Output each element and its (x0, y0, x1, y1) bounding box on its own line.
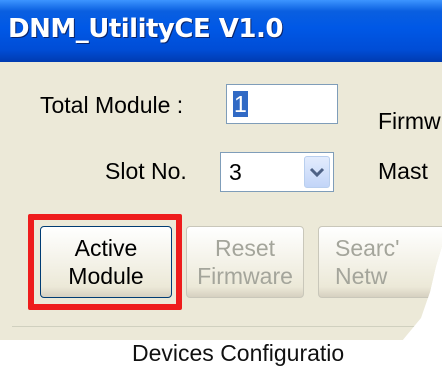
app-window: DNM_UtilityCE V1.0 Total Module : 1 Firm… (0, 0, 442, 376)
search-network-line-2: Netw (335, 263, 388, 289)
dropdown-button[interactable] (304, 156, 330, 188)
slot-no-select[interactable]: 3 (220, 152, 334, 192)
total-module-input[interactable]: 1 (226, 84, 338, 124)
search-network-line-1: Searc' (335, 235, 400, 261)
chevron-down-icon (309, 167, 325, 178)
slot-no-label: Slot No. (105, 158, 187, 184)
slot-no-value: 3 (229, 159, 242, 185)
reset-firmware-line-1: Reset (214, 235, 276, 261)
highlight-box (28, 214, 182, 310)
reset-firmware-line-2: Firmware (197, 263, 293, 289)
master-label: Mast (378, 158, 428, 184)
reset-firmware-button[interactable]: Reset Firmware (186, 226, 304, 298)
total-module-value: 1 (233, 91, 248, 117)
total-module-label: Total Module : (40, 92, 184, 118)
window-title: DNM_UtilityCE V1.0 (8, 14, 283, 44)
devices-configuration-label: Devices Configuratio (132, 340, 345, 366)
search-network-button[interactable]: Searc' Netw (318, 226, 442, 298)
firmware-label: Firmw (378, 108, 441, 134)
title-bar[interactable]: DNM_UtilityCE V1.0 (0, 0, 442, 62)
